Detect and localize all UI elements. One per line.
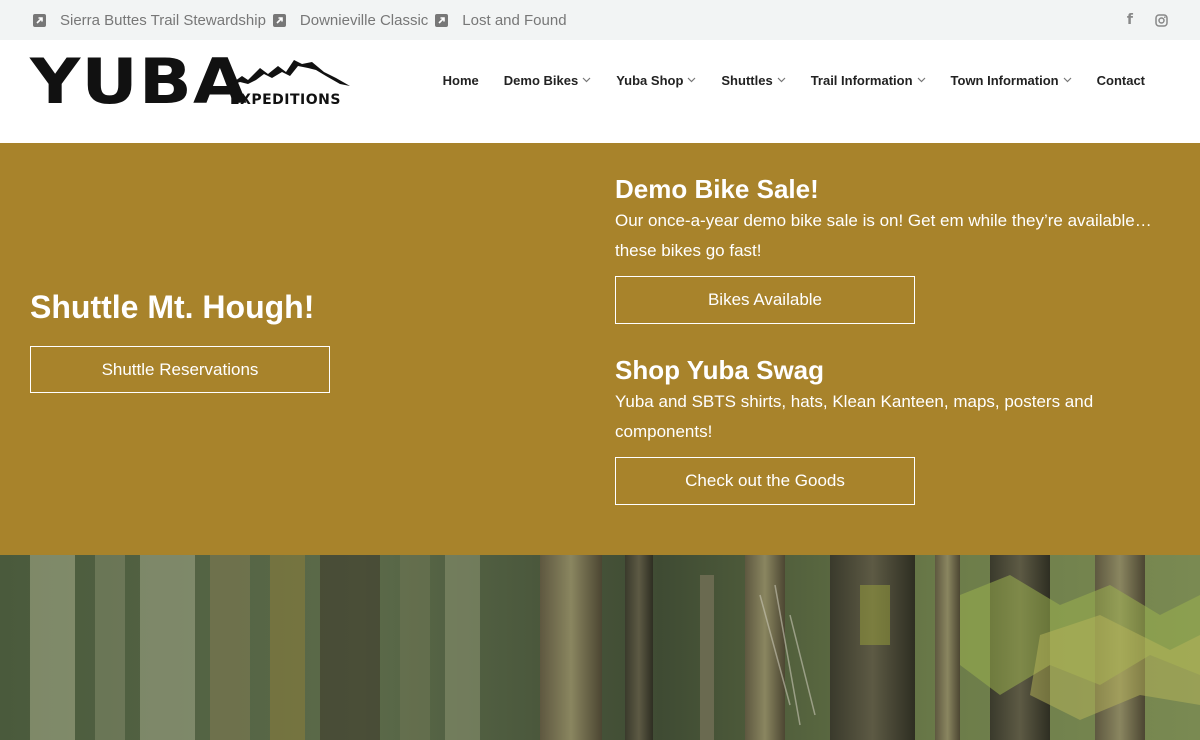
nav-trail-information[interactable]: Trail Information [811, 73, 926, 88]
top-bar: Sierra Buttes Trail Stewardship Downievi… [0, 0, 1200, 40]
nav-label: Town Information [950, 72, 1059, 88]
nav-label: Home [442, 72, 479, 88]
chevron-down-icon [582, 77, 591, 83]
nav-label: Shuttles [721, 72, 773, 88]
top-link-label: Lost and Found [462, 11, 567, 29]
social-links: f [1105, 0, 1168, 40]
nav-label: Contact [1096, 72, 1145, 88]
mountain-logo-icon [228, 60, 350, 86]
forest-photo [0, 555, 1200, 740]
yuba-expeditions-logo[interactable]: YUBA EXPEDITIONS [30, 45, 352, 118]
facebook-icon[interactable]: f [1127, 12, 1133, 28]
demo-bike-sale-text: Our once-a-year demo bike sale is on! Ge… [615, 211, 1152, 260]
shop-swag-text: Yuba and SBTS shirts, hats, Klean Kantee… [615, 392, 1094, 441]
logo-wordmark: YUBA [30, 45, 248, 118]
nav-town-information[interactable]: Town Information [951, 73, 1072, 88]
promo-band: Shuttle Mt. Hough! Shuttle Reservations … [0, 143, 1200, 555]
chevron-down-icon [687, 77, 696, 83]
top-link-downieville-classic[interactable]: Downieville Classic [272, 11, 429, 29]
top-link-lost-and-found[interactable]: Lost and Found [435, 11, 567, 29]
demo-bike-sale-heading: Demo Bike Sale! [615, 174, 819, 204]
shop-swag-heading: Shop Yuba Swag [615, 355, 825, 385]
top-link-label: Sierra Buttes Trail Stewardship [60, 11, 266, 29]
nav-home[interactable]: Home [443, 73, 479, 88]
external-link-icon [435, 13, 449, 27]
nav-label: Demo Bikes [503, 72, 579, 88]
chevron-down-icon [917, 77, 926, 83]
nav-shuttles[interactable]: Shuttles [721, 72, 786, 88]
external-link-icon [33, 13, 46, 27]
nav-label: Trail Information [810, 72, 913, 88]
chevron-down-icon [1063, 77, 1072, 83]
top-link-label: Downieville Classic [299, 11, 429, 29]
shuttle-reservations-button[interactable]: Shuttle Reservations [30, 346, 330, 393]
instagram-icon[interactable] [1155, 13, 1168, 27]
nav-yuba-shop[interactable]: Yuba Shop [616, 73, 696, 88]
external-link-icon [272, 13, 286, 27]
chevron-down-icon [777, 77, 786, 83]
check-out-goods-button[interactable]: Check out the Goods [615, 457, 915, 505]
bikes-available-button[interactable]: Bikes Available [615, 276, 915, 324]
top-links: Sierra Buttes Trail Stewardship Downievi… [33, 0, 574, 40]
nav-label: Yuba Shop [616, 72, 684, 88]
logo-subtitle: EXPEDITIONS [230, 92, 341, 108]
main-nav: Home Demo Bikes Yuba Shop Shuttles Trail… [418, 40, 1145, 120]
shuttle-heading: Shuttle Mt. Hough! [30, 289, 315, 325]
nav-contact[interactable]: Contact [1097, 73, 1145, 88]
nav-demo-bikes[interactable]: Demo Bikes [504, 73, 591, 88]
top-link-sierra-buttes[interactable]: Sierra Buttes Trail Stewardship [33, 12, 266, 29]
site-header: YUBA EXPEDITIONS Home Demo Bikes Yuba Sh… [0, 40, 1200, 143]
